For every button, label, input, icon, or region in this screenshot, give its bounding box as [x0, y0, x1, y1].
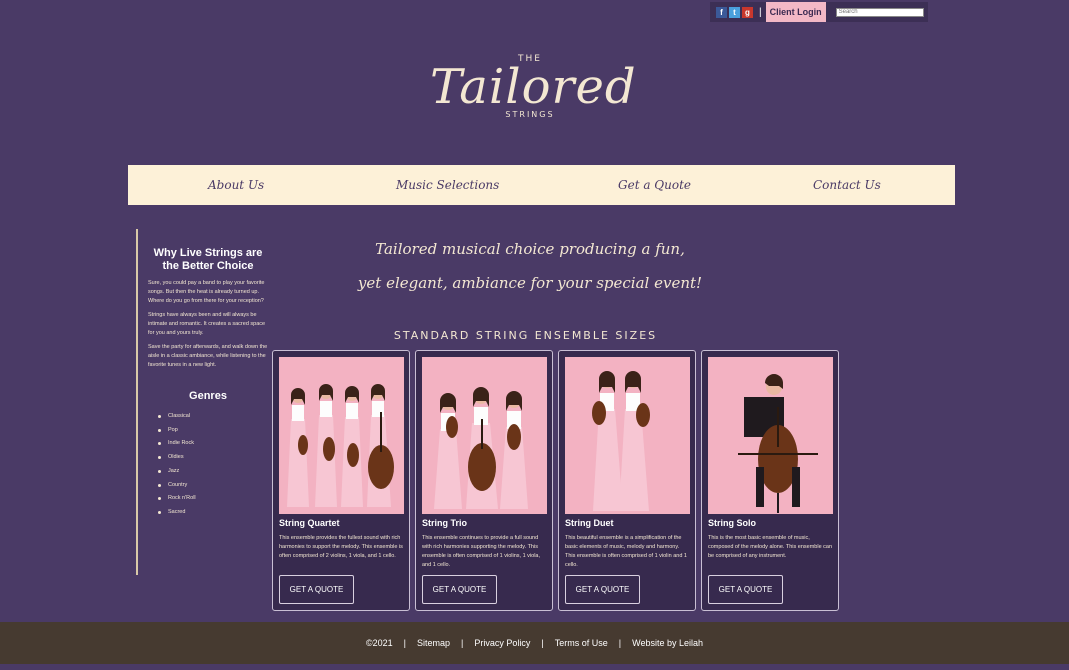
- card-string-trio: String Trio This ensemble continues to p…: [415, 350, 553, 611]
- sidebar-title: Why Live Strings are the Better Choice: [153, 247, 263, 272]
- copyright: ©2021: [366, 638, 393, 648]
- get-a-quote-button[interactable]: GET A QUOTE: [565, 575, 640, 604]
- footer-separator: |: [461, 638, 464, 648]
- topbar-separator: |: [759, 6, 762, 18]
- card-title: String Trio: [422, 518, 467, 528]
- genre-item: Sacred: [158, 506, 268, 520]
- tagline-line-1: Tailored musical choice producing a fun,: [375, 240, 685, 258]
- card-title: String Duet: [565, 518, 614, 528]
- card-description: This ensemble continues to provide a ful…: [422, 535, 541, 568]
- logo-wordmark: Tailored: [430, 59, 637, 115]
- footer-separator: |: [618, 638, 622, 648]
- nav-music-selections[interactable]: Music Selections: [396, 178, 499, 192]
- footer-separator: |: [541, 638, 544, 648]
- card-title: String Quartet: [279, 518, 340, 528]
- sidebar-paragraph: Strings have always been and will always…: [148, 312, 266, 336]
- genre-item: Country: [158, 479, 268, 493]
- card-string-solo: String Solo This is the most basic ensem…: [701, 350, 839, 611]
- footer-link-sitemap[interactable]: Sitemap: [417, 638, 450, 648]
- nav-contact-us[interactable]: Contact Us: [813, 178, 881, 192]
- card-description: This beautiful ensemble is a simplificat…: [565, 535, 687, 568]
- get-a-quote-button[interactable]: GET A QUOTE: [422, 575, 497, 604]
- sidebar-paragraph: Save the party for afterwards, and walk …: [148, 344, 268, 368]
- search-box: [835, 7, 924, 17]
- sidebar: Why Live Strings are the Better Choice S…: [136, 229, 268, 575]
- genre-list: Classical Pop Indie Rock Oldies Jazz Cou…: [138, 410, 268, 520]
- sidebar-paragraph: Sure, you could pay a band to play your …: [148, 280, 265, 304]
- tagline: Tailored musical choice producing a fun,…: [350, 232, 710, 300]
- genre-item: Indie Rock: [158, 437, 268, 451]
- duet-illustration: [592, 371, 650, 511]
- footer: ©2021 | Sitemap | Privacy Policy | Terms…: [0, 622, 1069, 664]
- trio-photo: [422, 357, 547, 514]
- solo-illustration: [738, 374, 818, 513]
- get-a-quote-button[interactable]: GET A QUOTE: [708, 575, 783, 604]
- genre-item: Pop: [158, 424, 268, 438]
- solo-photo: [708, 357, 833, 514]
- footer-separator: |: [403, 638, 407, 648]
- quartet-illustration: [287, 384, 394, 507]
- trio-illustration: [434, 387, 528, 509]
- genre-item: Rock n'Roll: [158, 492, 268, 506]
- nav-about-us[interactable]: About Us: [208, 178, 264, 192]
- genre-item: Jazz: [158, 465, 268, 479]
- site-logo[interactable]: THE Tailored STRINGS: [430, 54, 637, 119]
- tagline-line-2: yet elegant, ambiance for your special e…: [357, 274, 703, 292]
- card-description: This ensemble provides the fullest sound…: [279, 535, 403, 559]
- facebook-icon[interactable]: f: [716, 6, 727, 18]
- social-links: f t g: [716, 6, 753, 18]
- card-string-duet: String Duet This beautiful ensemble is a…: [558, 350, 696, 611]
- twitter-icon[interactable]: t: [729, 6, 740, 18]
- quartet-photo: [279, 357, 404, 514]
- duet-photo: [565, 357, 690, 514]
- search-input[interactable]: [835, 7, 924, 17]
- footer-link-privacy-policy[interactable]: Privacy Policy: [474, 638, 530, 648]
- genres-title: Genres: [189, 390, 227, 402]
- ensemble-sizes-heading: STANDARD STRING ENSEMBLE SIZES: [393, 329, 658, 342]
- card-description: This is the most basic ensemble of music…: [708, 535, 833, 559]
- footer-link-website-by[interactable]: Website by Leilah: [632, 638, 703, 648]
- nav-get-a-quote[interactable]: Get a Quote: [618, 178, 691, 192]
- top-bar: f t g | Client Login: [710, 2, 928, 22]
- bottom-strip: [0, 664, 1069, 670]
- genre-item: Classical: [158, 410, 268, 424]
- card-title: String Solo: [708, 518, 756, 528]
- client-login-link[interactable]: Client Login: [765, 2, 826, 22]
- genre-item: Oldies: [158, 451, 268, 465]
- card-string-quartet: String Quartet This ensemble provides th…: [272, 350, 410, 611]
- main-nav: About Us Music Selections Get a Quote Co…: [128, 165, 955, 205]
- get-a-quote-button[interactable]: GET A QUOTE: [279, 575, 354, 604]
- footer-link-terms-of-use[interactable]: Terms of Use: [555, 638, 608, 648]
- google-plus-icon[interactable]: g: [742, 6, 753, 18]
